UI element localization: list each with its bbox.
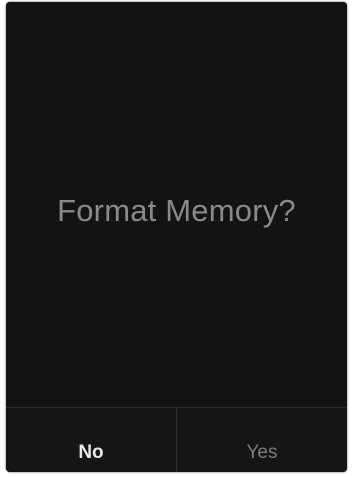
no-button[interactable]: No: [6, 408, 177, 472]
dialog-button-bar: No Yes: [6, 407, 347, 472]
dialog-message-area: Format Memory?: [6, 2, 347, 407]
dialog-message: Format Memory?: [57, 192, 296, 228]
device-screen: Format Memory? No Yes: [6, 2, 347, 472]
yes-button[interactable]: Yes: [177, 408, 347, 472]
